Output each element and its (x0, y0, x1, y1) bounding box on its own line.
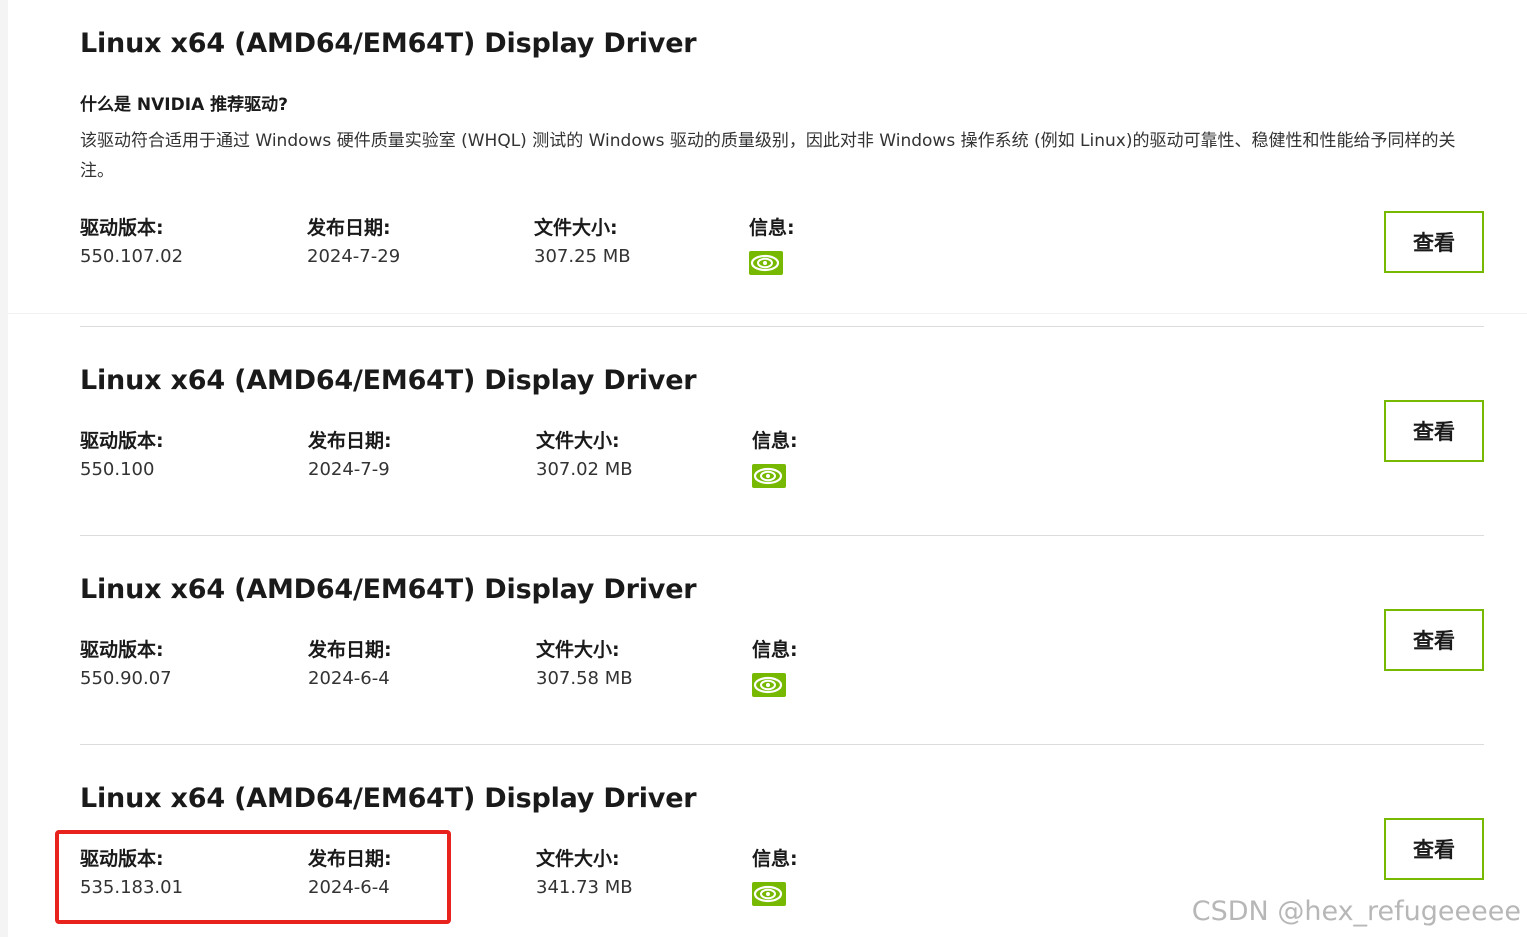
nvidia-recommended-icon[interactable] (752, 882, 786, 906)
size-value: 307.58 MB (536, 668, 633, 689)
size-label: 文件大小: (536, 430, 620, 452)
nvidia-recommended-icon[interactable] (749, 251, 783, 275)
info-label: 信息: (749, 217, 795, 239)
divider (80, 535, 1484, 536)
watermark: CSDN @hex_refugeeeee (1191, 896, 1521, 927)
view-button[interactable]: 查看 (1384, 609, 1484, 671)
page-left-edge (0, 0, 8, 937)
red-highlight-box (55, 830, 451, 924)
size-value: 341.73 MB (536, 877, 633, 898)
size-value: 307.02 MB (536, 459, 633, 480)
divider (80, 744, 1484, 745)
info-label: 信息: (752, 639, 798, 661)
nvidia-recommended-icon[interactable] (752, 673, 786, 697)
date-value: 2024-7-9 (308, 459, 390, 480)
version-label: 驱动版本: (80, 639, 164, 661)
view-button[interactable]: 查看 (1384, 400, 1484, 462)
info-label: 信息: (752, 848, 798, 870)
date-label: 发布日期: (307, 217, 391, 239)
recommended-description: 该驱动符合适用于通过 Windows 硬件质量实验室 (WHQL) 测试的 Wi… (80, 131, 1456, 181)
size-value: 307.25 MB (534, 246, 631, 267)
version-value: 550.107.02 (80, 246, 184, 267)
size-label: 文件大小: (536, 848, 620, 870)
size-label: 文件大小: (534, 217, 618, 239)
version-value: 550.90.07 (80, 668, 172, 689)
divider (80, 326, 1484, 327)
driver-title: Linux x64 (AMD64/EM64T) Display Driver (80, 574, 697, 605)
date-value: 2024-7-29 (307, 246, 401, 267)
version-value: 550.100 (80, 459, 155, 480)
date-label: 发布日期: (308, 639, 392, 661)
recommended-question: 什么是 NVIDIA 推荐驱动? (80, 95, 289, 115)
view-button[interactable]: 查看 (1384, 818, 1484, 880)
nvidia-recommended-icon[interactable] (752, 464, 786, 488)
driver-title: Linux x64 (AMD64/EM64T) Display Driver (80, 783, 697, 814)
driver-title: Linux x64 (AMD64/EM64T) Display Driver (80, 28, 697, 59)
date-value: 2024-6-4 (308, 668, 390, 689)
view-button[interactable]: 查看 (1384, 211, 1484, 273)
size-label: 文件大小: (536, 639, 620, 661)
date-label: 发布日期: (308, 430, 392, 452)
version-label: 驱动版本: (80, 430, 164, 452)
version-label: 驱动版本: (80, 217, 164, 239)
driver-title: Linux x64 (AMD64/EM64T) Display Driver (80, 365, 697, 396)
info-label: 信息: (752, 430, 798, 452)
